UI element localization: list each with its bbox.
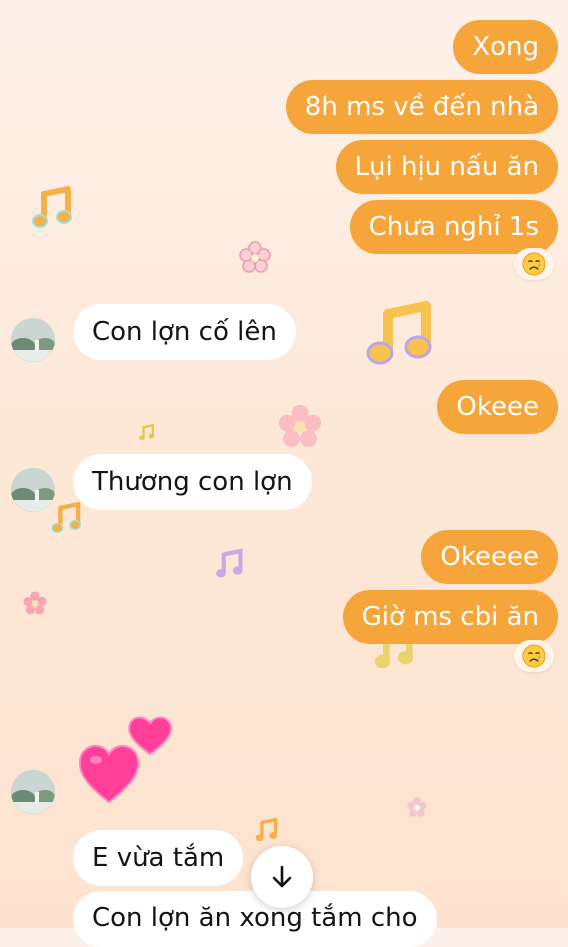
message-bubble-outgoing[interactable]: Giờ ms cbi ăn [342,590,558,644]
message-bubble-incoming[interactable]: E vừa tắm [73,830,244,886]
message-bubble-outgoing[interactable]: Lụi hịu nấu ăn [335,140,558,194]
message-bubble-incoming[interactable]: Con lợn cố lên [73,304,296,360]
two-hearts-sticker[interactable] [76,706,176,806]
flower-icon [23,591,47,615]
music-note-icon [32,186,72,228]
flower-icon [278,404,322,448]
crying-face-icon [522,644,546,668]
arrow-down-icon [272,865,292,888]
message-bubble-outgoing[interactable]: Chưa nghỉ 1s [349,200,558,254]
reaction-badge[interactable] [514,640,554,672]
avatar[interactable] [11,770,55,814]
message-bubble-incoming[interactable]: Thương con lợn [73,454,312,510]
music-note-icon [255,818,278,842]
reaction-badge[interactable] [514,248,554,280]
avatar[interactable] [11,468,55,512]
avatar-photo [11,318,55,362]
flower-icon [407,797,427,817]
flower-icon [239,241,271,273]
message-bubble-incoming[interactable]: Con lợn ăn xong tắm cho [73,891,437,947]
message-bubble-outgoing[interactable]: Okeee [437,380,558,434]
avatar-photo [11,770,55,814]
music-note-icon [366,301,432,365]
music-note-icon [139,424,155,441]
avatar[interactable] [11,318,55,362]
message-bubble-outgoing[interactable]: Xong [453,20,558,74]
music-note-icon [51,502,82,534]
message-bubble-outgoing[interactable]: Okeeee [421,530,558,584]
message-bubble-outgoing[interactable]: 8h ms về đến nhà [285,80,558,134]
avatar-photo [11,468,55,512]
music-note-icon [216,548,243,578]
scroll-to-bottom-button[interactable] [251,846,313,908]
crying-face-icon [522,252,546,276]
